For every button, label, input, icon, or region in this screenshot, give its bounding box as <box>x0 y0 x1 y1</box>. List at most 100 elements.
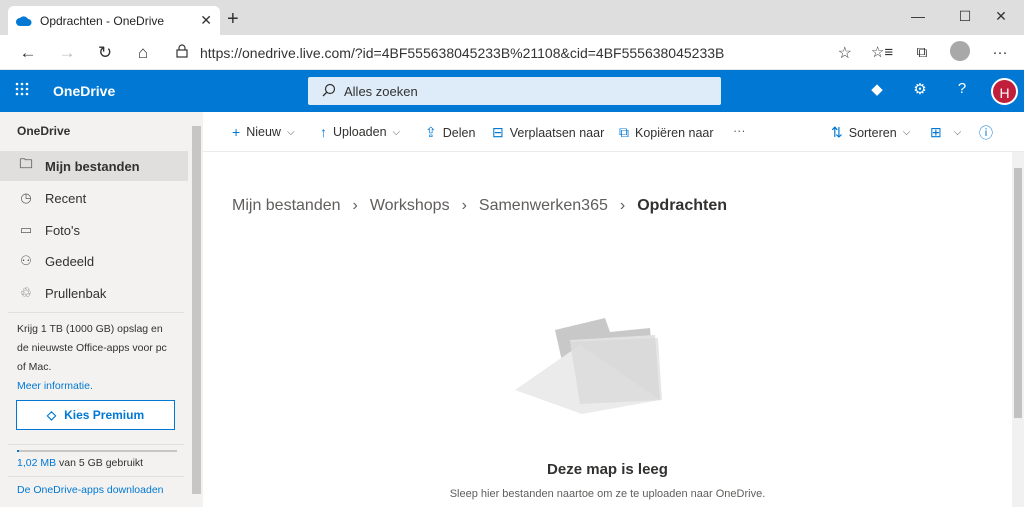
left-navigation: OneDrive 🗀 Mijn bestanden ◷ Recent ▭ Fot… <box>0 112 203 507</box>
diamond-icon: ◇ <box>46 408 57 422</box>
copy-to-button[interactable]: ⧉ Kopiëren naar <box>619 124 714 141</box>
sort-button[interactable]: ⇅ Sorteren ⌵ <box>831 124 910 141</box>
sidebar-item-photos[interactable]: ▭ Foto's <box>0 215 188 245</box>
storage-total: van 5 GB gebruikt <box>59 457 144 469</box>
view-options-button[interactable]: ⊞ ⌵ <box>930 124 961 141</box>
storage-bar-fill <box>17 450 19 452</box>
tab-close-icon[interactable]: ✕ <box>200 12 212 29</box>
grid-view-icon: ⊞ <box>930 124 942 140</box>
sidebar-item-recent[interactable]: ◷ Recent <box>0 183 188 213</box>
minimize-button[interactable]: — <box>895 4 941 28</box>
shared-icon: ⚇ <box>20 253 32 268</box>
browser-tab-strip: Opdrachten - OneDrive ✕ + — ☐ ✕ <box>0 0 1024 35</box>
move-label: Verplaatsen naar <box>509 125 605 140</box>
favorites-icon[interactable]: ☆≡ <box>870 41 894 65</box>
empty-folder-title: Deze map is leeg <box>547 461 668 478</box>
new-button[interactable]: + Nieuw ⌵ <box>232 124 295 140</box>
copy-icon: ⧉ <box>619 124 629 140</box>
lock-icon <box>176 44 188 61</box>
chevron-right-icon: › <box>461 197 467 214</box>
sidebar-scrollbar[interactable] <box>190 112 203 507</box>
share-icon: ⇪ <box>425 124 437 140</box>
sidebar-item-label: Mijn bestanden <box>45 158 140 174</box>
chevron-down-icon: ⌵ <box>902 127 911 138</box>
main-scroll-thumb[interactable] <box>1014 168 1022 418</box>
more-commands-icon[interactable]: ··· <box>733 124 746 138</box>
sidebar-item-label: Foto's <box>45 222 80 238</box>
storage-bar <box>17 450 177 452</box>
divider <box>8 476 184 477</box>
more-icon[interactable]: ··· <box>988 41 1012 65</box>
kies-premium-button[interactable]: ◇ Kies Premium <box>16 400 175 430</box>
settings-gear-icon[interactable]: ⚙ <box>909 80 931 98</box>
collections-icon[interactable]: ⧉ <box>910 41 934 65</box>
app-launcher-icon[interactable] <box>15 82 29 101</box>
new-tab-button[interactable]: + <box>227 9 239 29</box>
reload-icon[interactable]: ↻ <box>93 41 117 65</box>
divider <box>8 444 184 445</box>
empty-folder-subtitle: Sleep hier bestanden naartoe om ze te up… <box>449 488 766 500</box>
info-pane-button[interactable]: ⓘ <box>979 123 999 143</box>
brand-title[interactable]: OneDrive <box>53 83 115 99</box>
upload-arrow-icon: ↑ <box>320 124 327 140</box>
storage-used[interactable]: 1,02 MB <box>17 457 56 469</box>
chevron-right-icon: › <box>352 197 358 214</box>
promo-text: Krijg 1 TB (1000 GB) opslag en de nieuws… <box>17 323 167 373</box>
premium-button-label: Kies Premium <box>64 408 145 422</box>
chevron-right-icon: › <box>619 197 626 214</box>
search-input[interactable]: Alles zoeken <box>308 77 721 105</box>
user-avatar[interactable]: H <box>991 78 1018 105</box>
sidebar-item-label: Recent <box>45 190 87 206</box>
photos-icon: ▭ <box>19 222 33 237</box>
sidebar-item-recycle-bin[interactable]: ♲ Prullenbak <box>0 278 188 308</box>
breadcrumb: Mijn bestanden › Workshops › Samenwerken… <box>232 197 727 215</box>
upload-label: Uploaden <box>333 125 387 139</box>
copy-label: Kopiëren naar <box>635 125 714 140</box>
chevron-down-icon: ⌵ <box>392 126 401 138</box>
search-icon <box>322 83 336 100</box>
sidebar-scroll-thumb[interactable] <box>192 126 201 494</box>
new-label: Nieuw <box>246 125 281 139</box>
sort-label: Sorteren <box>848 125 897 140</box>
more-info-link[interactable]: Meer informatie. <box>17 380 93 392</box>
breadcrumb-item[interactable]: Mijn bestanden <box>232 197 341 215</box>
browser-profile-avatar[interactable] <box>950 41 970 61</box>
favorite-star-icon[interactable]: ☆ <box>838 43 852 63</box>
sort-icon: ⇅ <box>831 124 843 140</box>
share-label: Delen <box>442 125 476 140</box>
onedrive-cloud-icon <box>16 15 32 26</box>
url-text: https://onedrive.live.com/?id=4BF5556380… <box>200 44 725 61</box>
divider <box>8 312 184 313</box>
plus-icon: + <box>232 124 241 140</box>
tab-title: Opdrachten - OneDrive <box>40 13 165 28</box>
main-scrollbar[interactable] <box>1012 152 1024 507</box>
help-icon[interactable]: ? <box>951 80 973 97</box>
share-button[interactable]: ⇪ Delen <box>425 124 475 141</box>
breadcrumb-item[interactable]: Samenwerken365 <box>479 197 608 215</box>
sidebar-item-my-files[interactable]: 🗀 Mijn bestanden <box>0 151 188 181</box>
premium-diamond-icon[interactable]: ◆ <box>866 80 888 98</box>
premium-promo: Krijg 1 TB (1000 GB) opslag en de nieuws… <box>17 320 177 396</box>
recycle-bin-icon: ♲ <box>20 285 32 300</box>
breadcrumb-item[interactable]: Workshops <box>370 197 450 215</box>
sidebar-item-label: Gedeeld <box>45 253 95 269</box>
upload-button[interactable]: ↑ Uploaden ⌵ <box>320 124 400 140</box>
search-placeholder: Alles zoeken <box>344 83 418 99</box>
download-apps-link[interactable]: De OneDrive-apps downloaden <box>17 484 164 496</box>
suite-header: OneDrive Alles zoeken ◆ ⚙ ? <box>0 70 1024 112</box>
info-icon: ⓘ <box>979 125 993 141</box>
folder-icon: 🗀 <box>19 156 33 171</box>
sidebar-item-shared[interactable]: ⚇ Gedeeld <box>0 246 188 276</box>
sidebar-item-label: Prullenbak <box>45 285 107 301</box>
back-icon[interactable]: ← <box>16 41 40 65</box>
home-icon[interactable]: ⌂ <box>131 41 155 65</box>
forward-icon[interactable]: → <box>55 41 79 65</box>
browser-tab[interactable]: Opdrachten - OneDrive ✕ <box>8 6 220 35</box>
move-to-button[interactable]: ⊟ Verplaatsen naar <box>492 124 604 141</box>
address-bar[interactable]: https://onedrive.live.com/?id=4BF5556380… <box>170 39 860 66</box>
storage-text[interactable]: 1,02 MB van 5 GB gebruikt <box>17 457 143 469</box>
window-close-button[interactable]: ✕ <box>978 4 1024 28</box>
breadcrumb-current: Opdrachten <box>637 197 727 214</box>
move-icon: ⊟ <box>492 124 504 140</box>
chevron-down-icon: ⌵ <box>286 126 295 138</box>
